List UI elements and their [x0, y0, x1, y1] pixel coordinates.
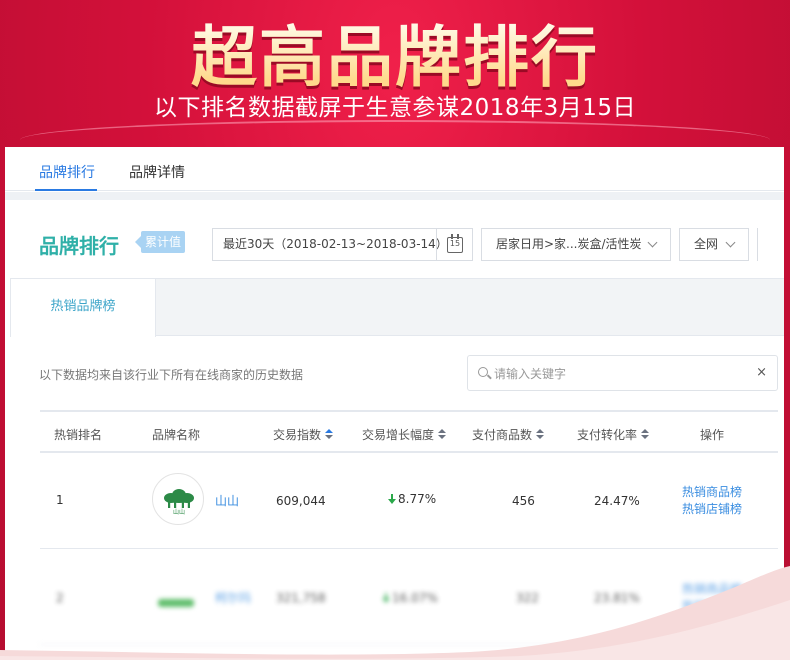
tab-brand-ranking[interactable]: 品牌排行 [39, 162, 95, 182]
table-row: 1 山山 山山 609,044 8.77% 456 24.47% 热销商品榜 热… [40, 453, 778, 549]
col-growth[interactable]: 交易增长幅度 [362, 426, 447, 443]
col-items-paid-label: 支付商品数 [472, 428, 533, 442]
col-growth-label: 交易增长幅度 [362, 428, 435, 442]
rank-cell: 2 [56, 591, 64, 605]
search-box[interactable]: × [467, 355, 778, 391]
col-conversion-label: 支付转化率 [577, 428, 638, 442]
growth-value: 16.07% [392, 591, 438, 605]
data-source-note: 以下数据均来自该行业下所有在线商家的历史数据 [39, 368, 304, 382]
items-paid-cell: 322 [516, 591, 539, 605]
growth-cell: 16.07% [382, 591, 438, 605]
arrow-up-icon [382, 593, 390, 603]
brand-logo-icon [158, 599, 194, 607]
section-title: 品牌排行 [39, 234, 119, 258]
dashboard-panel: 品牌排行 品牌详情 品牌排行 累计值 最近30天（2018-02-13~2018… [5, 147, 784, 660]
search-icon [478, 367, 488, 377]
tree-logo-icon: 山山 [164, 489, 194, 516]
growth-value: 8.77% [398, 492, 437, 506]
top-nav: 品牌排行 品牌详情 [5, 147, 784, 191]
col-rank: 热销排名 [54, 428, 103, 442]
tab-brand-details[interactable]: 品牌详情 [129, 162, 185, 182]
items-paid-cell: 456 [512, 494, 535, 508]
logo-text: 山山 [173, 508, 185, 516]
chevron-down-icon [725, 237, 736, 248]
cumulative-tag: 累计值 [135, 231, 185, 253]
col-actions: 操作 [700, 428, 725, 442]
hero-banner: 超高品牌排行 以下排名数据截屏于生意参谋2018年3月15日 [0, 0, 790, 145]
calendar-button[interactable]: 15 [436, 229, 472, 260]
hero-title: 超高品牌排行 [0, 4, 790, 100]
sort-icon[interactable] [641, 429, 650, 440]
brand-logo[interactable]: 山山 [152, 473, 204, 525]
hot-products-link[interactable]: 热销商品榜 [682, 484, 742, 501]
hero-subtitle: 以下排名数据截屏于生意参谋2018年3月15日 [154, 95, 636, 121]
subtab-hot-brands[interactable]: 热销品牌榜 [10, 278, 156, 337]
search-input[interactable] [494, 364, 744, 384]
col-items-paid[interactable]: 支付商品数 [472, 426, 545, 443]
hot-shops-link[interactable]: 热销店铺榜 [682, 598, 742, 615]
category-select[interactable]: 居家日用>家...炭盒/活性炭 [481, 228, 671, 261]
brand-name-link[interactable]: 柯尔玛 [215, 589, 251, 606]
chevron-down-icon [647, 237, 658, 248]
sort-icon[interactable] [438, 429, 447, 440]
growth-cell: 8.77% [388, 492, 436, 506]
table-row: 2 柯尔玛 321,758 16.07% 322 23.81% 热销商品榜 热销… [40, 549, 778, 645]
clear-icon[interactable]: × [756, 365, 767, 380]
table-header: 热销排名 品牌名称 交易指数 交易增长幅度 支付商品数 支付转化率 操作 [40, 410, 778, 453]
category-value: 居家日用>家...炭盒/活性炭 [496, 237, 642, 251]
nav-divider-band [5, 192, 784, 200]
col-trade-index[interactable]: 交易指数 [273, 426, 334, 443]
hot-products-link[interactable]: 热销商品榜 [682, 581, 742, 598]
brand-logo[interactable] [152, 569, 204, 621]
col-conversion[interactable]: 支付转化率 [577, 426, 650, 443]
sort-icon[interactable] [536, 429, 545, 440]
hot-shops-link[interactable]: 热销店铺榜 [682, 501, 742, 518]
network-select[interactable]: 全网 [679, 228, 749, 261]
sort-icon[interactable] [325, 429, 334, 440]
conversion-cell: 24.47% [594, 494, 640, 508]
date-range-picker[interactable]: 最近30天（2018-02-13~2018-03-14） 15 [212, 228, 473, 261]
brand-name-link[interactable]: 山山 [215, 492, 239, 509]
col-brand: 品牌名称 [152, 428, 201, 442]
date-range-value: 最近30天（2018-02-13~2018-03-14） [223, 237, 448, 251]
trade-index-cell: 609,044 [276, 494, 326, 508]
calendar-icon: 15 [447, 234, 463, 253]
active-tab-indicator [35, 189, 97, 191]
arrow-up-icon [388, 494, 396, 504]
hero-decor-arc [20, 120, 770, 140]
rank-cell: 1 [56, 493, 64, 507]
conversion-cell: 23.81% [594, 591, 640, 605]
trade-index-cell: 321,758 [276, 591, 326, 605]
network-value: 全网 [694, 237, 719, 251]
col-trade-index-label: 交易指数 [273, 428, 322, 442]
toolbar-edge [757, 228, 784, 261]
